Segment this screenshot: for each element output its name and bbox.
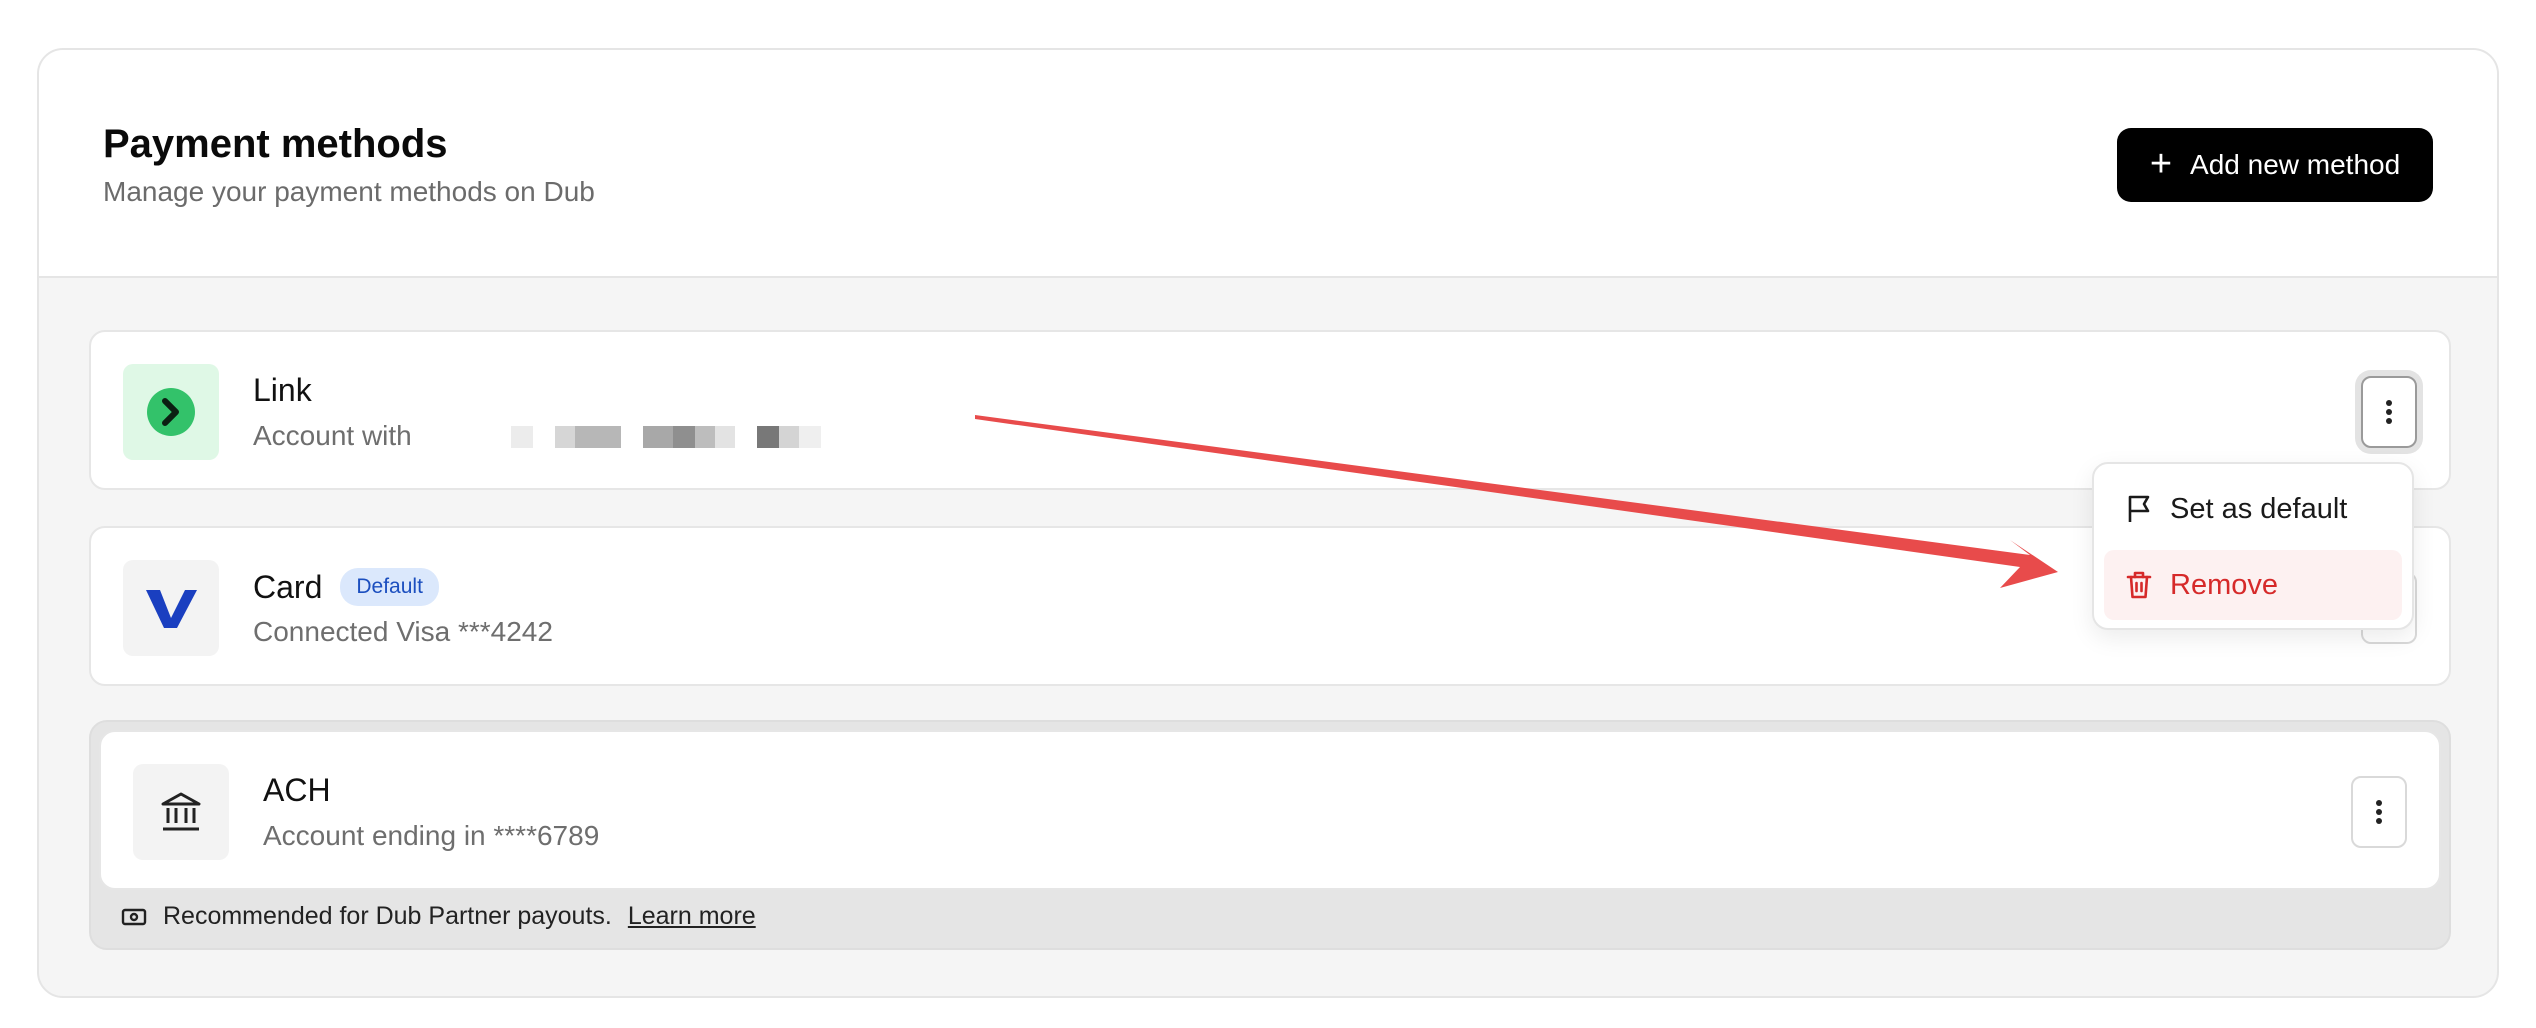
add-new-method-label: Add new method	[2190, 149, 2401, 180]
method-name: Card Default	[253, 568, 439, 606]
method-actions-menu: Set as default Remove	[2092, 462, 2414, 630]
ach-container: ACH Account ending in ****6789 Recommend…	[89, 720, 2451, 950]
visa-logo-icon	[123, 560, 219, 656]
more-vertical-icon	[2386, 400, 2392, 424]
learn-more-link[interactable]: Learn more	[628, 902, 756, 931]
method-detail: Connected Visa ***4242	[253, 616, 553, 647]
remove-menu-item[interactable]: Remove	[2104, 550, 2402, 620]
method-name: ACH	[263, 772, 331, 808]
set-as-default-menu-item[interactable]: Set as default	[2104, 474, 2402, 544]
trash-icon	[2126, 571, 2152, 599]
method-name: Link	[253, 372, 312, 408]
redacted-email	[511, 426, 821, 448]
ach-note-text: Recommended for Dub Partner payouts.	[163, 902, 612, 930]
payment-method-ach: ACH Account ending in ****6789	[99, 730, 2441, 890]
method-detail: Account with	[253, 420, 412, 451]
ach-more-button[interactable]	[2351, 776, 2407, 848]
ach-recommendation: Recommended for Dub Partner payouts. Lea…	[121, 902, 756, 931]
link-more-button[interactable]	[2361, 376, 2417, 448]
page-subtitle: Manage your payment methods on Dub	[103, 176, 595, 207]
cash-icon	[121, 908, 147, 925]
flag-icon	[2128, 495, 2150, 522]
more-vertical-icon	[2376, 800, 2382, 824]
plus-icon: +	[2149, 142, 2173, 185]
method-detail: Account ending in ****6789	[263, 820, 600, 851]
add-new-method-button[interactable]: + Add new method	[2117, 128, 2433, 202]
panel-header: Payment methods Manage your payment meth…	[39, 50, 2497, 278]
page-title: Payment methods	[103, 122, 448, 166]
link-chevron-icon	[123, 364, 219, 460]
bank-icon	[133, 764, 229, 860]
default-badge: Default	[340, 568, 439, 606]
